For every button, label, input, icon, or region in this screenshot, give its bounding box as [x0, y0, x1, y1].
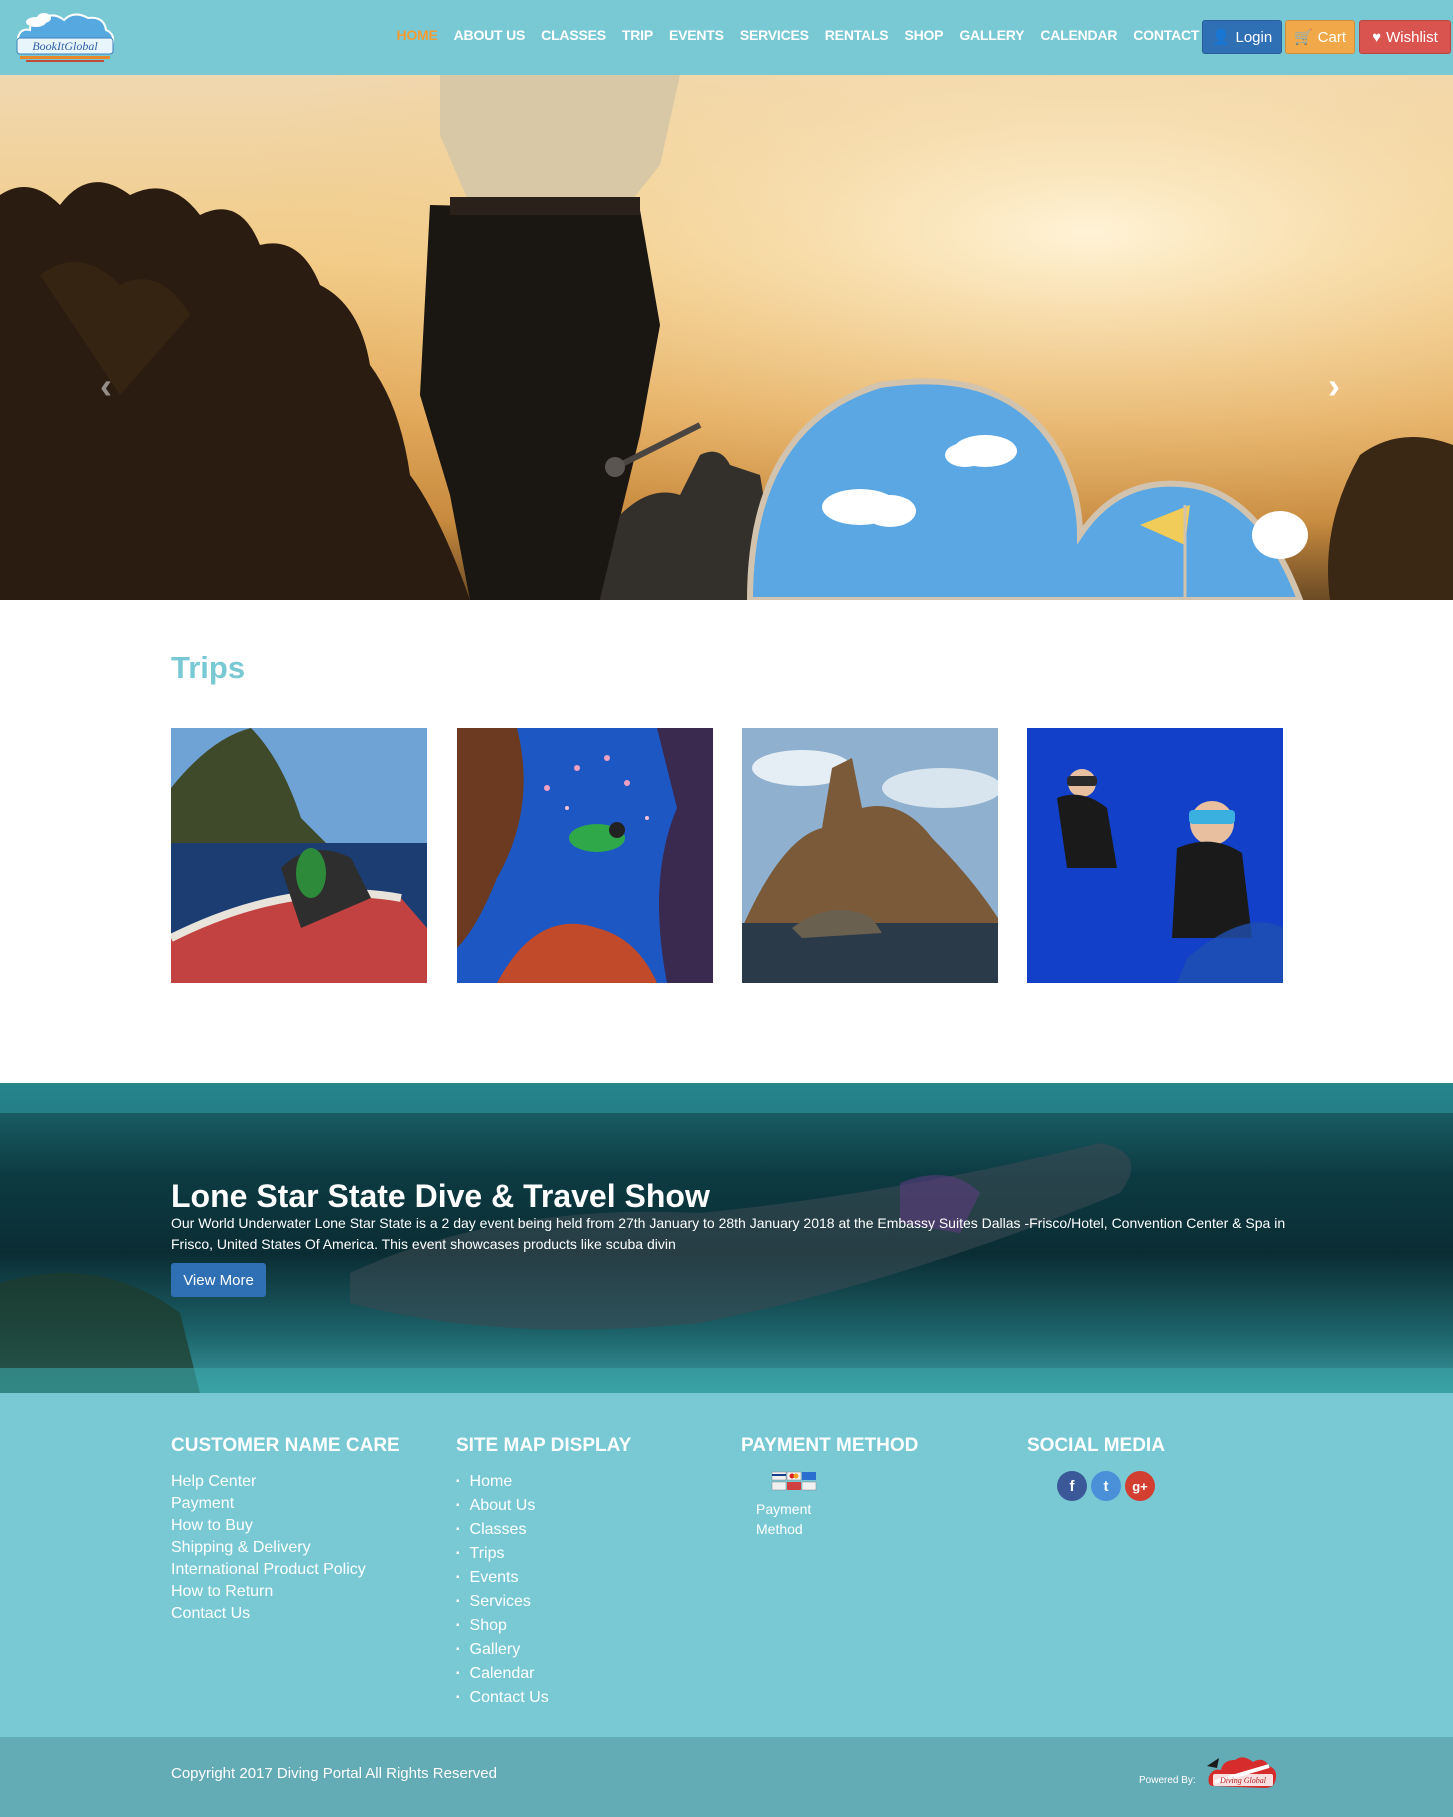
hero-slide-image: [0, 75, 1453, 600]
footer-link-payment[interactable]: Payment: [171, 1493, 400, 1515]
copyright-bar: Copyright 2017 Diving Portal All Rights …: [0, 1737, 1453, 1817]
sitemap-link-gallery[interactable]: Gallery: [456, 1639, 631, 1663]
powered-logo-text: Diving Global: [1219, 1776, 1267, 1785]
logo-text: BookItGlobal: [32, 39, 98, 53]
nav-services[interactable]: SERVICES: [732, 27, 817, 43]
footer-payment: PAYMENT METHOD Payment Method: [741, 1435, 918, 1539]
trips-heading: Trips: [171, 650, 246, 685]
powered-by-label: Powered By:: [1139, 1775, 1196, 1786]
google-plus-icon[interactable]: g+: [1125, 1471, 1155, 1501]
login-label: Login: [1235, 28, 1273, 46]
sitemap-link-home[interactable]: Home: [456, 1471, 631, 1495]
copyright-text: Copyright 2017 Diving Portal All Rights …: [171, 1765, 497, 1782]
main-nav: HOME ABOUT US CLASSES TRIP EVENTS SERVIC…: [388, 27, 1230, 43]
footer-sitemap-title: SITE MAP DISPLAY: [456, 1435, 632, 1456]
sitemap-link-classes[interactable]: Classes: [456, 1519, 631, 1543]
cart-label: Cart: [1317, 28, 1347, 46]
footer-link-contact-us[interactable]: Contact Us: [171, 1603, 400, 1625]
sitemap-link-events[interactable]: Events: [456, 1567, 631, 1591]
footer-payment-title: PAYMENT METHOD: [741, 1435, 919, 1456]
user-icon: 👤: [1211, 29, 1231, 46]
payment-method-caption: Payment Method: [756, 1501, 812, 1537]
nav-gallery[interactable]: GALLERY: [951, 27, 1032, 43]
trip-card-3[interactable]: [742, 728, 998, 983]
footer-link-international-policy[interactable]: International Product Policy: [171, 1559, 400, 1581]
two-divers-photo: [1027, 728, 1283, 983]
site-logo[interactable]: BookItGlobal: [14, 8, 116, 66]
view-more-button[interactable]: View More: [171, 1263, 266, 1297]
sitemap-link-shop[interactable]: Shop: [456, 1615, 631, 1639]
site-header: BookItGlobal HOME ABOUT US CLASSES TRIP …: [0, 0, 1453, 75]
cart-icon: 🛒: [1293, 29, 1313, 46]
nav-trip[interactable]: TRIP: [614, 27, 661, 43]
footer-social: SOCIAL MEDIA f t g+: [1027, 1435, 1165, 1501]
facebook-icon[interactable]: f: [1057, 1471, 1087, 1501]
coral-reef-diver-photo: [457, 728, 713, 983]
payment-cards-icon: [771, 1471, 817, 1491]
footer-link-how-to-return[interactable]: How to Return: [171, 1581, 400, 1603]
sitemap-link-trips[interactable]: Trips: [456, 1543, 631, 1567]
footer-customer-care: CUSTOMER NAME CARE Help Center Payment H…: [171, 1435, 400, 1625]
sitemap-link-about-us[interactable]: About Us: [456, 1495, 631, 1519]
diving-global-logo[interactable]: Diving Global: [1205, 1752, 1279, 1794]
carousel-prev-icon[interactable]: ‹: [100, 365, 112, 407]
nav-about-us[interactable]: ABOUT US: [446, 27, 534, 43]
footer-customer-care-title: CUSTOMER NAME CARE: [171, 1435, 400, 1456]
rocky-island-photo: [742, 728, 998, 983]
wishlist-label: Wishlist: [1386, 28, 1438, 46]
hero-carousel: ‹ ›: [0, 75, 1453, 600]
footer-social-title: SOCIAL MEDIA: [1027, 1435, 1165, 1456]
nav-shop[interactable]: SHOP: [896, 27, 951, 43]
twitter-icon[interactable]: t: [1091, 1471, 1121, 1501]
trip-card-1[interactable]: [171, 728, 427, 983]
nav-classes[interactable]: CLASSES: [533, 27, 614, 43]
login-button[interactable]: 👤 Login: [1202, 20, 1282, 54]
nav-calendar[interactable]: CALENDAR: [1032, 27, 1125, 43]
trip-card-4[interactable]: [1027, 728, 1283, 983]
sitemap-link-calendar[interactable]: Calendar: [456, 1663, 631, 1687]
footer-link-how-to-buy[interactable]: How to Buy: [171, 1515, 400, 1537]
event-description: Our World Underwater Lone Star State is …: [171, 1215, 1286, 1252]
sitemap-link-services[interactable]: Services: [456, 1591, 631, 1615]
cart-button[interactable]: 🛒 Cart: [1285, 20, 1355, 54]
carousel-next-icon[interactable]: ›: [1328, 365, 1340, 407]
footer-link-help-center[interactable]: Help Center: [171, 1471, 400, 1493]
wishlist-button[interactable]: ♥ Wishlist: [1359, 20, 1451, 54]
footer-link-shipping[interactable]: Shipping & Delivery: [171, 1537, 400, 1559]
trip-card-2[interactable]: [457, 728, 713, 983]
event-banner: Lone Star State Dive & Travel Show Our W…: [0, 1083, 1453, 1393]
nav-rentals[interactable]: RENTALS: [817, 27, 897, 43]
event-title: Lone Star State Dive & Travel Show: [171, 1178, 710, 1214]
heart-icon: ♥: [1372, 28, 1382, 46]
nav-home[interactable]: HOME: [388, 27, 445, 43]
footer-sitemap: SITE MAP DISPLAY Home About Us Classes T…: [456, 1435, 631, 1711]
nav-events[interactable]: EVENTS: [661, 27, 732, 43]
boat-cliff-photo: [171, 728, 427, 983]
sitemap-link-contact-us[interactable]: Contact Us: [456, 1687, 631, 1711]
site-footer: CUSTOMER NAME CARE Help Center Payment H…: [0, 1393, 1453, 1737]
